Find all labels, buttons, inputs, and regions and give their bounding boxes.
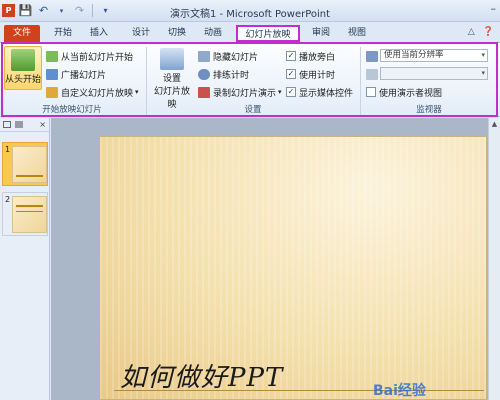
group-label-start: 开始放映幻灯片 xyxy=(42,105,102,115)
tab-insert[interactable]: 插入 xyxy=(84,25,114,42)
group-divider xyxy=(146,47,147,115)
tab-home[interactable]: 开始 xyxy=(48,25,78,42)
ribbon: 从头开始 从当前幻灯片开始 广播幻灯片 自定义幻灯片放映 ▾ 开始放映幻灯片 设… xyxy=(0,42,500,117)
broadcast-button[interactable]: 广播幻灯片 xyxy=(46,67,106,81)
show-media-controls-checkbox[interactable]: ✓ 显示媒体控件 xyxy=(286,85,353,99)
chevron-down-icon: ▾ xyxy=(481,51,485,59)
custom-show-label: 自定义幻灯片放映 xyxy=(61,88,134,99)
ribbon-right-controls: △ ❓ xyxy=(468,27,494,37)
from-current-button[interactable]: 从当前幻灯片开始 xyxy=(46,49,133,63)
close-icon[interactable]: × xyxy=(39,120,46,129)
play-current-icon xyxy=(46,50,58,62)
tab-file[interactable]: 文件 xyxy=(4,25,40,42)
custom-show-button[interactable]: 自定义幻灯片放映 ▾ xyxy=(46,85,139,99)
slides-tab-icon[interactable] xyxy=(3,121,11,128)
rehearse-timings-button[interactable]: 排练计时 xyxy=(198,67,249,81)
title-bar: P 💾 ↶ ▾ ↷ ▾ 演示文稿1 - Microsoft PowerPoint… xyxy=(0,0,500,22)
use-timings-checkbox[interactable]: ✓ 使用计时 xyxy=(286,67,335,81)
title-underline xyxy=(114,390,484,391)
show-on-select[interactable]: ▾ xyxy=(380,67,488,80)
slides-pane: × 1 2 xyxy=(0,118,50,400)
record-show-label: 录制幻灯片演示 xyxy=(213,88,277,99)
chevron-down-icon: ▾ xyxy=(481,69,485,77)
record-icon xyxy=(198,86,210,98)
minimize-icon[interactable]: – xyxy=(491,2,497,15)
tab-review[interactable]: 审阅 xyxy=(306,25,336,42)
slide-preview xyxy=(12,146,47,183)
broadcast-label: 广播幻灯片 xyxy=(61,70,107,81)
resolution-value: 使用当前分辨率 xyxy=(384,50,444,60)
slide-editor: 如何做好PPT xyxy=(51,118,488,400)
group-divider xyxy=(360,47,361,115)
tab-animations[interactable]: 动画 xyxy=(198,25,228,42)
setup-show-button[interactable]: 设置 幻灯片放映 xyxy=(150,46,194,110)
window-controls: – xyxy=(491,2,497,15)
group-label-monitors: 监视器 xyxy=(416,105,442,115)
presenter-view-checkbox[interactable]: 使用演示者视图 xyxy=(366,85,442,99)
custom-show-icon xyxy=(46,86,58,98)
scroll-up-icon[interactable]: ▲ xyxy=(489,118,500,130)
tab-transitions[interactable]: 切换 xyxy=(162,25,192,42)
hide-slide-label: 隐藏幻灯片 xyxy=(213,52,259,63)
vertical-scrollbar[interactable]: ▲ xyxy=(488,118,500,400)
play-narrations-checkbox[interactable]: ✓ 播放旁白 xyxy=(286,49,335,63)
slide-title[interactable]: 如何做好PPT xyxy=(120,357,283,394)
checkbox-checked-icon: ✓ xyxy=(286,51,296,61)
from-current-label: 从当前幻灯片开始 xyxy=(61,52,134,63)
hide-slide-icon xyxy=(198,50,210,62)
show-media-controls-label: 显示媒体控件 xyxy=(299,88,354,99)
chevron-down-icon: ▾ xyxy=(135,88,139,96)
slide-number: 1 xyxy=(5,145,11,154)
slide-thumbnail[interactable]: 2 xyxy=(2,192,48,236)
play-narrations-label: 播放旁白 xyxy=(299,52,336,63)
tab-view[interactable]: 视图 xyxy=(342,25,372,42)
help-icon[interactable]: ❓ xyxy=(483,27,494,37)
clock-icon xyxy=(198,68,210,80)
tab-slide-show[interactable]: 幻灯片放映 xyxy=(236,25,300,42)
record-show-button[interactable]: 录制幻灯片演示 ▾ xyxy=(198,85,282,99)
pane-tabs: × xyxy=(0,118,49,132)
slideshow-play-icon xyxy=(11,49,35,71)
slide-preview xyxy=(12,196,47,233)
hide-slide-button[interactable]: 隐藏幻灯片 xyxy=(198,49,258,63)
watermark: Bai经验 xyxy=(373,383,426,399)
checkbox-checked-icon: ✓ xyxy=(286,69,296,79)
ribbon-tabs: 文件 开始 插入 设计 切换 动画 幻灯片放映 审阅 视图 △ ❓ xyxy=(0,22,500,42)
setup-show-label: 设置 xyxy=(162,74,181,84)
current-slide[interactable]: 如何做好PPT xyxy=(99,136,487,400)
window-title: 演示文稿1 - Microsoft PowerPoint xyxy=(169,9,331,20)
resolution-select[interactable]: 使用当前分辨率 ▾ xyxy=(380,49,488,62)
slide-number: 2 xyxy=(5,195,11,204)
slide-thumbnail[interactable]: 1 xyxy=(2,142,48,186)
checkbox-checked-icon: ✓ xyxy=(286,87,296,97)
checkbox-unchecked-icon xyxy=(366,87,376,97)
from-beginning-label: 从头开始 xyxy=(5,75,42,85)
use-timings-label: 使用计时 xyxy=(299,70,336,81)
setup-show-icon xyxy=(160,48,184,70)
rehearse-timings-label: 排练计时 xyxy=(213,70,250,81)
broadcast-icon xyxy=(46,68,58,80)
tab-design[interactable]: 设计 xyxy=(126,25,156,42)
chevron-down-icon: ▾ xyxy=(278,88,282,96)
outline-tab-icon[interactable] xyxy=(15,121,23,128)
presenter-view-label: 使用演示者视图 xyxy=(379,88,443,99)
group-label-setup: 设置 xyxy=(244,105,262,115)
monitor-icon xyxy=(366,69,378,80)
minimize-ribbon-icon[interactable]: △ xyxy=(468,27,475,37)
from-beginning-button[interactable]: 从头开始 xyxy=(4,46,42,90)
resolution-icon xyxy=(366,51,378,62)
